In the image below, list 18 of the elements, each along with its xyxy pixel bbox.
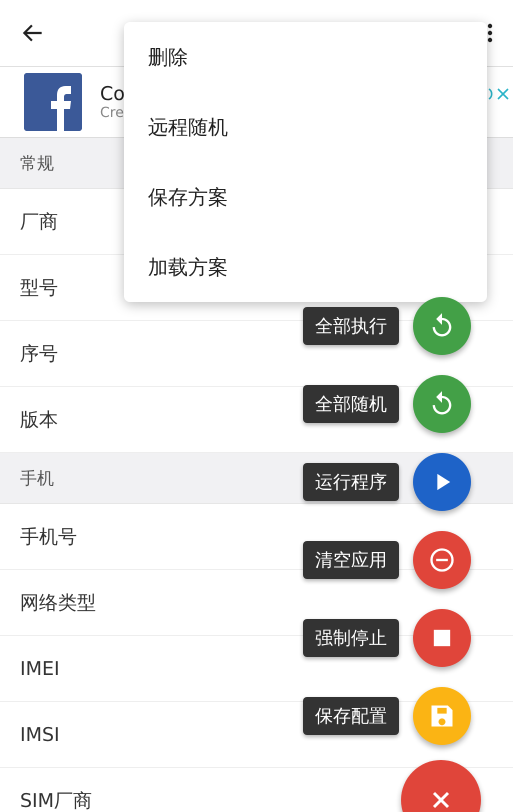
- ad-close-icon[interactable]: [487, 87, 511, 101]
- ad-title: Co: [100, 83, 125, 105]
- action-button[interactable]: [413, 531, 471, 589]
- minus-circle-icon: [428, 546, 456, 574]
- menu-item[interactable]: 加载方案: [124, 232, 487, 302]
- fab-label: 全部随机: [303, 385, 399, 423]
- ad-subtitle: Cre: [100, 105, 125, 121]
- fab-label: 全部执行: [303, 307, 399, 345]
- action-button[interactable]: [413, 375, 471, 433]
- action-button[interactable]: [413, 297, 471, 355]
- app-logo-icon: [24, 73, 82, 131]
- fab-label: 保存配置: [303, 697, 399, 735]
- action-button[interactable]: [413, 609, 471, 667]
- fab-label: 清空应用: [303, 541, 399, 579]
- more-menu-icon[interactable]: [487, 23, 493, 43]
- menu-item[interactable]: 删除: [124, 22, 487, 92]
- fab-label: 运行程序: [303, 463, 399, 501]
- fab-label: 强制停止: [303, 619, 399, 657]
